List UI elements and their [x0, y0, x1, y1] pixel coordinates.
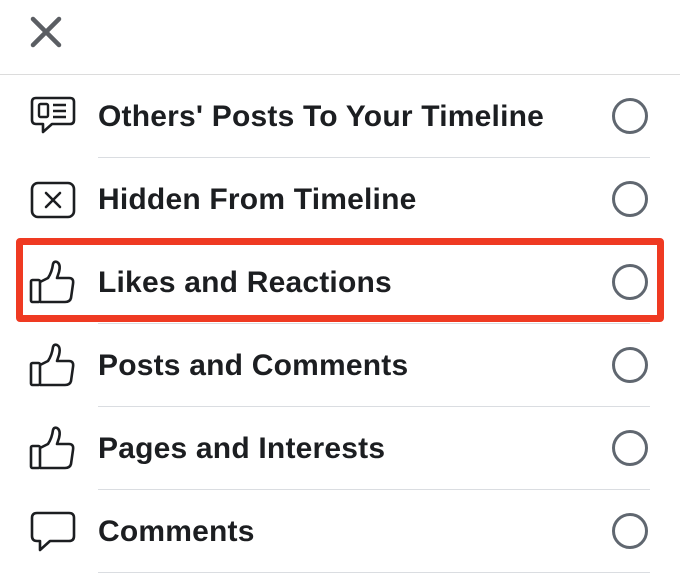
list-item-comments[interactable]: Comments — [0, 490, 680, 573]
hidden-box-icon — [30, 181, 76, 219]
item-label: Posts and Comments — [98, 349, 409, 382]
close-button[interactable] — [28, 14, 64, 50]
radio-button[interactable] — [612, 181, 648, 217]
comment-bubble-icon — [30, 511, 76, 552]
radio-button[interactable] — [612, 430, 648, 466]
item-label: Pages and Interests — [98, 432, 386, 465]
list-item-likes-and-reactions[interactable]: Likes and Reactions — [0, 241, 680, 324]
list-item-others-posts[interactable]: Others' Posts To Your Timeline — [0, 75, 680, 158]
radio-button[interactable] — [612, 347, 648, 383]
thumbs-up-icon — [29, 260, 75, 304]
thumbs-up-icon — [29, 343, 75, 387]
timeline-post-icon — [30, 96, 76, 134]
item-label: Comments — [98, 515, 255, 548]
close-icon — [30, 16, 62, 48]
list-item-hidden-from-timeline[interactable]: Hidden From Timeline — [0, 158, 680, 241]
list-item-pages-and-interests[interactable]: Pages and Interests — [0, 407, 680, 490]
divider — [98, 571, 650, 573]
item-label: Others' Posts To Your Timeline — [98, 100, 545, 133]
thumbs-up-icon — [29, 426, 75, 470]
radio-button[interactable] — [612, 513, 648, 549]
item-label: Hidden From Timeline — [98, 183, 417, 216]
top-bar — [0, 0, 680, 75]
radio-button[interactable] — [612, 98, 648, 134]
radio-button[interactable] — [612, 264, 648, 300]
list-item-posts-and-comments[interactable]: Posts and Comments — [0, 324, 680, 407]
item-label: Likes and Reactions — [98, 266, 392, 299]
